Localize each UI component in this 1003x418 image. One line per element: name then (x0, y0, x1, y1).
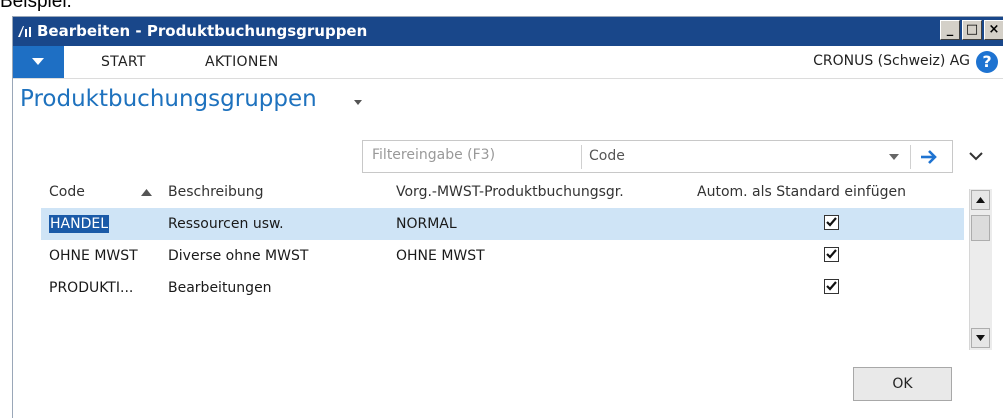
cell-vorg-mwst[interactable]: NORMAL (396, 216, 457, 232)
scroll-up-button[interactable] (971, 190, 990, 210)
arrow-right-icon[interactable] (919, 149, 939, 165)
cell-vorg-mwst[interactable]: OHNE MWST (396, 248, 485, 264)
table-row[interactable]: PRODUKTI... Bearbeitungen (41, 272, 964, 304)
autom-standard-checkbox[interactable] (824, 247, 839, 262)
scroll-thumb[interactable] (971, 215, 990, 241)
scroll-down-button[interactable] (971, 328, 990, 348)
caption: Beispiel: (0, 0, 72, 12)
cell-code[interactable]: HANDEL (49, 215, 110, 233)
sort-ascending-icon (141, 189, 152, 196)
checkmark-icon (826, 249, 837, 259)
checkmark-icon (826, 217, 837, 227)
caret-down-icon (32, 58, 44, 65)
window-title: Bearbeiten - Produktbuchungsgruppen (37, 22, 368, 40)
autom-standard-checkbox[interactable] (824, 215, 839, 230)
expand-chevron-icon[interactable] (969, 152, 983, 161)
maximize-button[interactable]: □ (962, 20, 982, 40)
cell-code-text[interactable]: HANDEL (49, 215, 110, 233)
checkmark-icon (826, 281, 837, 291)
cell-beschreibung[interactable]: Diverse ohne MWST (168, 248, 308, 264)
page-title[interactable]: Produktbuchungsgruppen (20, 86, 317, 112)
filter-divider-2 (910, 145, 911, 169)
minimize-button[interactable]: _ (940, 20, 960, 40)
cell-code[interactable]: OHNE MWST (49, 248, 138, 264)
arrow-up-icon (976, 197, 985, 203)
table-row[interactable]: OHNE MWST Diverse ohne MWST OHNE MWST (41, 240, 964, 272)
column-header-vorg-mwst[interactable]: Vorg.-MWST-Produktbuchungsgr. (396, 184, 624, 200)
title-bar: Bearbeiten - Produktbuchungsgruppen _ □ … (13, 17, 1003, 46)
vertical-scrollbar[interactable] (969, 189, 992, 350)
application-menu-button[interactable] (13, 46, 64, 78)
close-button[interactable]: × (984, 20, 1003, 40)
cell-code[interactable]: PRODUKTI... (49, 280, 133, 296)
arrow-down-icon (976, 335, 985, 341)
tab-start[interactable]: START (101, 54, 146, 70)
table-row[interactable]: HANDEL Ressourcen usw. NORMAL (41, 208, 964, 240)
window-controls: _ □ × (940, 20, 1003, 40)
cell-beschreibung[interactable]: Ressourcen usw. (168, 216, 284, 232)
ok-button[interactable]: OK (853, 367, 952, 401)
app-logo-icon (18, 26, 31, 37)
filter-bar: Code (362, 140, 953, 173)
table-header: Code Beschreibung Vorg.-MWST-Produktbuch… (41, 176, 964, 208)
tab-aktionen[interactable]: AKTIONEN (205, 54, 279, 70)
autom-standard-checkbox[interactable] (824, 279, 839, 294)
column-header-autom-standard[interactable]: Autom. als Standard einfügen (697, 184, 906, 200)
title-dropdown-icon[interactable] (354, 100, 362, 105)
column-header-code[interactable]: Code (49, 184, 85, 200)
ribbon: START AKTIONEN CRONUS (Schweiz) AG ? (13, 46, 1003, 79)
filter-divider (581, 145, 582, 169)
cell-beschreibung[interactable]: Bearbeitungen (168, 280, 272, 296)
filter-field-select[interactable]: Code (589, 148, 625, 164)
help-icon[interactable]: ? (976, 51, 998, 73)
filter-input[interactable] (372, 147, 572, 163)
column-header-beschreibung[interactable]: Beschreibung (168, 184, 264, 200)
chevron-down-icon[interactable] (889, 154, 899, 160)
company-name[interactable]: CRONUS (Schweiz) AG (813, 53, 970, 69)
